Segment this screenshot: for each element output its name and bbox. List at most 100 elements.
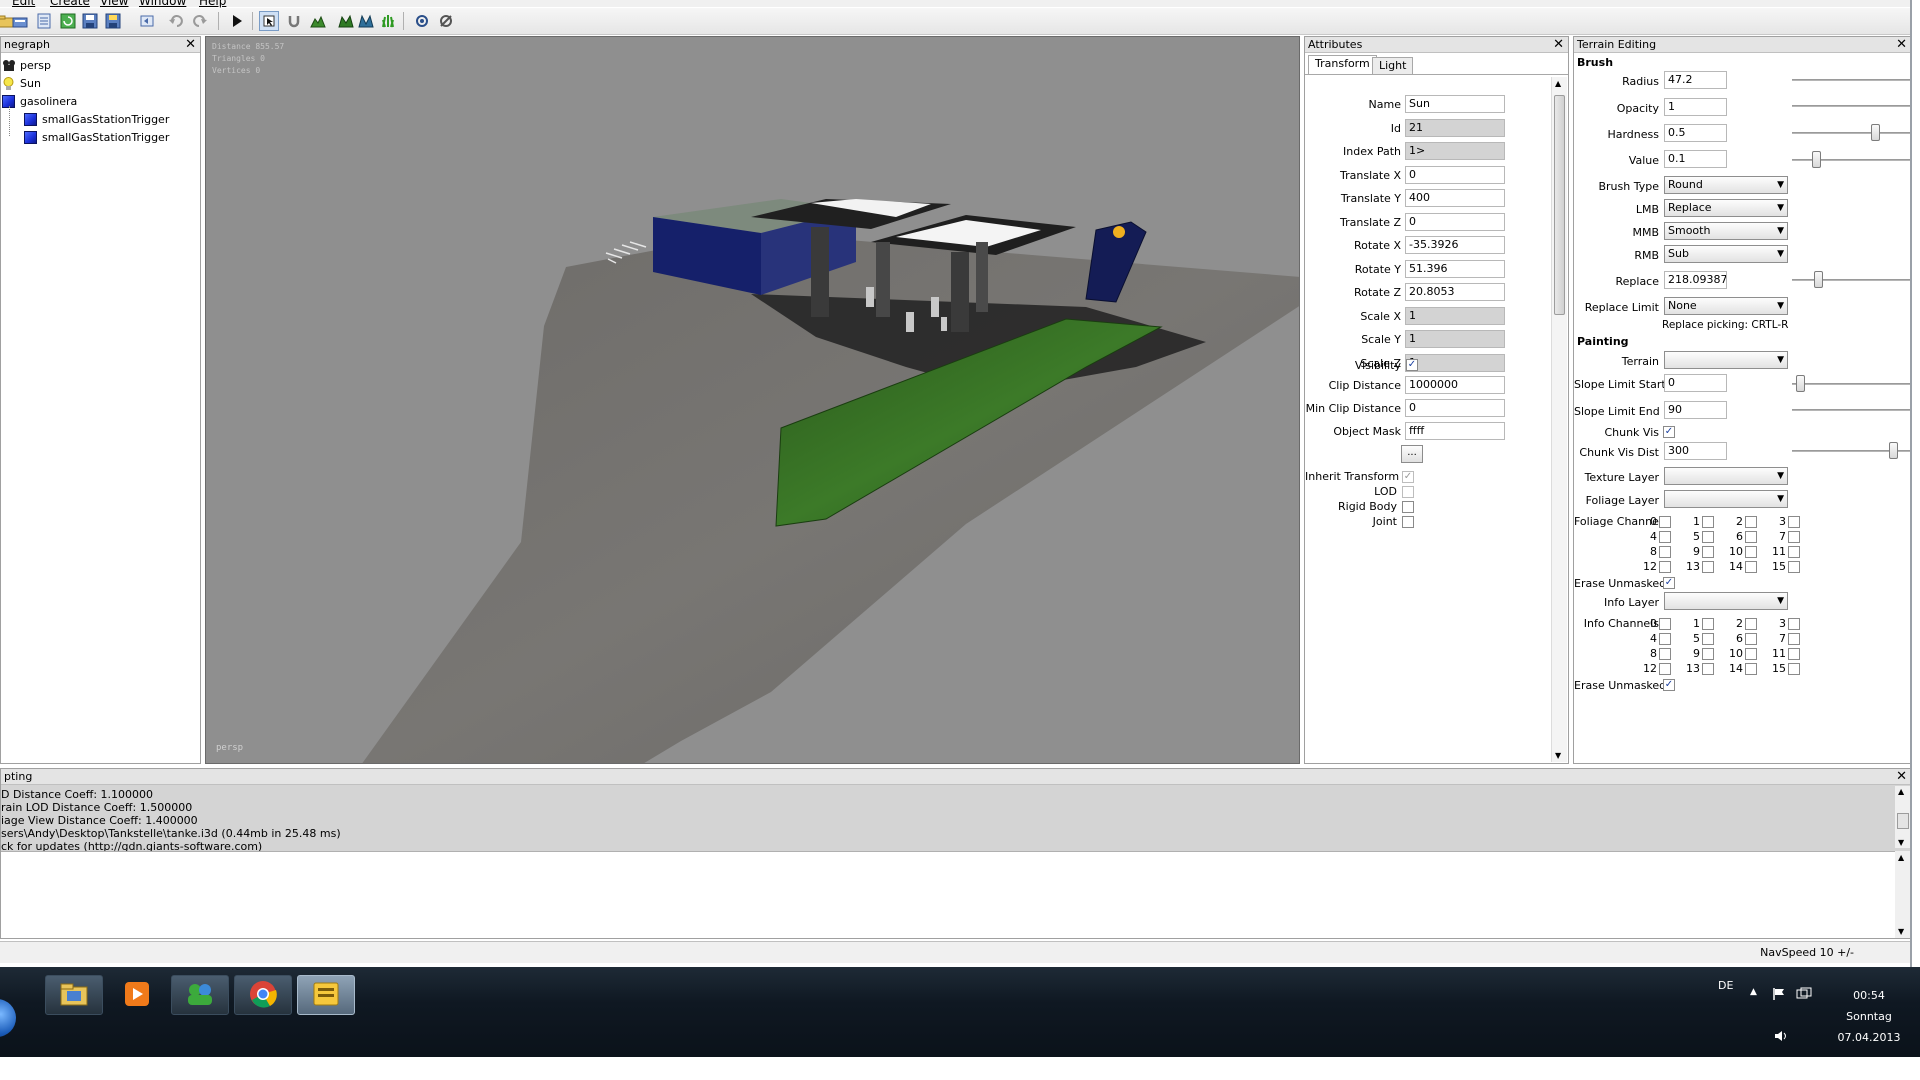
taskbar-media-player[interactable] (108, 975, 166, 1015)
value-slider[interactable] (1792, 159, 1910, 161)
hardness-slider-thumb[interactable] (1871, 124, 1880, 141)
replace-slider-thumb[interactable] (1814, 271, 1823, 288)
channel-checkbox[interactable] (1745, 633, 1757, 645)
taskbar-file-explorer[interactable] (45, 975, 103, 1015)
channel-checkbox[interactable] (1702, 516, 1714, 528)
script-output[interactable]: D Distance Coeff: 1.100000 rain LOD Dist… (1, 786, 1895, 853)
replace-input[interactable]: 218.09387 (1664, 271, 1727, 289)
slope-end-input[interactable]: 90 (1664, 401, 1727, 419)
erase-unmasked-checkbox[interactable]: ✓ (1663, 577, 1675, 589)
attr-checkbox[interactable] (1402, 501, 1414, 513)
opacity-input[interactable]: 1 (1664, 98, 1727, 116)
chunk-vis-dist-input[interactable]: 300 (1664, 442, 1727, 460)
tree-item-trigger-1[interactable]: smallGasStationTrigger (24, 110, 169, 128)
menu-view[interactable]: View (100, 0, 128, 8)
redo-icon[interactable] (190, 11, 210, 31)
channel-checkbox[interactable] (1659, 618, 1671, 630)
slope-start-slider[interactable] (1792, 383, 1910, 385)
terrain-sculpt-icon[interactable] (308, 11, 328, 31)
close-icon[interactable]: ✕ (1553, 37, 1564, 52)
channel-checkbox[interactable] (1659, 516, 1671, 528)
hardness-slider[interactable] (1792, 132, 1910, 134)
menu-edit[interactable]: Edit (12, 0, 35, 8)
value-input[interactable]: 0.1 (1664, 150, 1727, 168)
scroll-down-icon[interactable]: ▼ (1898, 838, 1904, 847)
tray-expand-icon[interactable]: ▲ (1750, 987, 1757, 997)
taskbar-giants-editor[interactable] (297, 975, 355, 1015)
scrollbar-thumb[interactable] (1897, 813, 1909, 829)
channel-checkbox[interactable] (1659, 633, 1671, 645)
texture-layer-select[interactable]: ▼ (1664, 467, 1788, 485)
close-icon[interactable]: ✕ (1896, 769, 1907, 784)
attr-checkbox[interactable] (1402, 486, 1414, 498)
channel-checkbox[interactable] (1745, 546, 1757, 558)
brush-type-select[interactable]: Round ▼ (1664, 176, 1788, 194)
channel-checkbox[interactable] (1702, 648, 1714, 660)
visibility-checkbox[interactable]: ✓ (1406, 359, 1418, 371)
channel-checkbox[interactable] (1702, 618, 1714, 630)
channel-checkbox[interactable] (1788, 618, 1800, 630)
channel-checkbox[interactable] (1659, 663, 1671, 675)
erase-unmasked-2-checkbox[interactable]: ✓ (1663, 679, 1675, 691)
input-scrollbar[interactable]: ▲ ▼ (1895, 851, 1911, 938)
refresh-icon[interactable] (58, 11, 78, 31)
radius-slider[interactable] (1792, 79, 1910, 81)
channel-checkbox[interactable] (1745, 663, 1757, 675)
chunk-vis-dist-slider-thumb[interactable] (1889, 442, 1898, 459)
clip-input[interactable]: 0 (1405, 399, 1505, 417)
menu-create[interactable]: Create (50, 0, 90, 8)
attr-input[interactable]: Sun (1405, 95, 1505, 113)
slope-start-slider-thumb[interactable] (1796, 375, 1805, 392)
attr-input[interactable]: 51.396 (1405, 260, 1505, 278)
channel-checkbox[interactable] (1702, 546, 1714, 558)
channel-checkbox[interactable] (1659, 561, 1671, 573)
clip-input[interactable]: 1000000 (1405, 376, 1505, 394)
channel-checkbox[interactable] (1702, 633, 1714, 645)
script-input[interactable] (1, 851, 1895, 938)
channel-checkbox[interactable] (1659, 648, 1671, 660)
close-icon[interactable]: ✕ (185, 37, 196, 52)
3d-viewport[interactable]: Distance 855.57 Triangles 0 Vertices 0 p… (205, 36, 1300, 764)
tools-icon[interactable] (436, 11, 456, 31)
scroll-down-icon[interactable]: ▼ (1898, 927, 1904, 936)
terrain-select[interactable]: ▼ (1664, 351, 1788, 369)
undo-icon[interactable] (166, 11, 186, 31)
select-icon[interactable] (259, 11, 279, 31)
language-indicator[interactable]: DE (1718, 979, 1733, 992)
open-folder-icon[interactable] (10, 11, 30, 31)
attr-checkbox[interactable] (1402, 516, 1414, 528)
attr-input[interactable]: 0 (1405, 213, 1505, 231)
lmb-select[interactable]: Replace ▼ (1664, 199, 1788, 217)
save-icon[interactable] (80, 11, 100, 31)
foliage-icon[interactable] (356, 11, 376, 31)
slope-end-slider[interactable] (1792, 409, 1910, 411)
magnet-icon[interactable] (284, 11, 304, 31)
scroll-up-icon[interactable]: ▲ (1898, 853, 1904, 862)
channel-checkbox[interactable] (1788, 546, 1800, 558)
channel-checkbox[interactable] (1788, 633, 1800, 645)
foliage-layer-select[interactable]: ▼ (1664, 490, 1788, 508)
tab-transform[interactable]: Transform (1308, 55, 1377, 75)
replace-slider[interactable] (1792, 279, 1910, 281)
close-icon[interactable]: ✕ (1896, 37, 1907, 52)
scrollbar-thumb[interactable] (1554, 95, 1565, 315)
scroll-up-icon[interactable]: ▲ (1898, 787, 1904, 796)
grass-icon[interactable] (378, 11, 398, 31)
clip-input[interactable]: ffff (1405, 422, 1505, 440)
menu-window[interactable]: Window (139, 0, 186, 8)
list-icon[interactable] (34, 11, 54, 31)
channel-checkbox[interactable] (1788, 663, 1800, 675)
opacity-slider[interactable] (1792, 105, 1910, 107)
attr-input[interactable]: 1 (1405, 330, 1505, 348)
save-all-icon[interactable] (103, 11, 123, 31)
channel-checkbox[interactable] (1702, 531, 1714, 543)
attr-input[interactable]: 0 (1405, 166, 1505, 184)
channel-checkbox[interactable] (1745, 561, 1757, 573)
taskbar-chrome[interactable] (234, 975, 292, 1015)
info-layer-select[interactable]: ▼ (1664, 592, 1788, 610)
channel-checkbox[interactable] (1702, 561, 1714, 573)
attributes-scrollbar[interactable]: ▲ ▼ (1551, 77, 1567, 762)
taskbar-messenger[interactable] (171, 975, 229, 1015)
tree-item-persp[interactable]: persp (2, 56, 51, 74)
tree-item-gasolinera[interactable]: gasolinera (2, 92, 77, 110)
